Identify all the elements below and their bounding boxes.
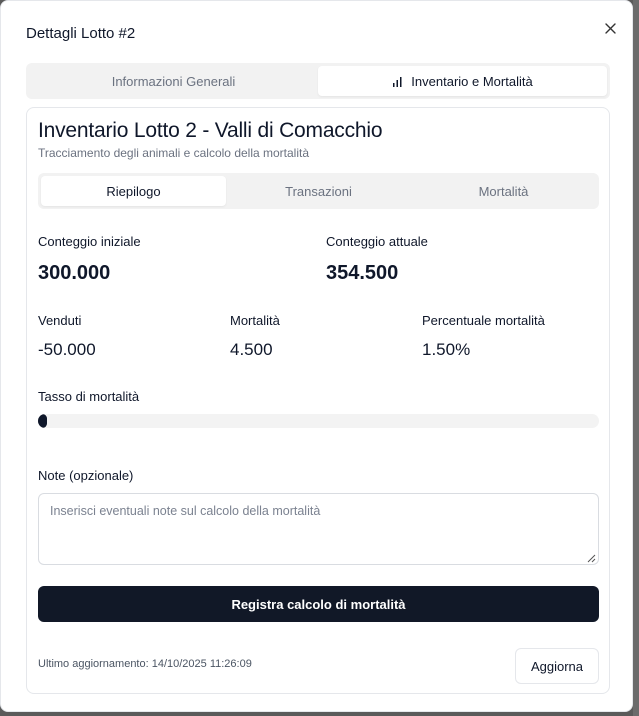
tab-summary[interactable]: Riepilogo: [41, 176, 226, 206]
last-update-text: Ultimo aggiornamento: 14/10/2025 11:26:0…: [38, 658, 252, 670]
sold-value: -50.000: [38, 340, 96, 359]
tab-label: Informazioni Generali: [111, 73, 236, 89]
close-button[interactable]: [599, 17, 621, 39]
close-icon: [604, 22, 616, 34]
refresh-button[interactable]: Aggiorna: [515, 648, 599, 684]
mortality-rate-bar: [38, 414, 599, 428]
register-mortality-button[interactable]: Registra calcolo di mortalità: [38, 586, 599, 622]
card-subtitle: Tracciamento degli animali e calcolo del…: [38, 146, 310, 160]
sub-tabs: Riepilogo Transazioni Mortalità: [38, 173, 599, 209]
card-title: Inventario Lotto 2 - Valli di Comacchio: [38, 119, 383, 142]
resize-grip-icon[interactable]: [587, 554, 596, 563]
backdrop: [633, 0, 639, 716]
initial-count-label: Conteggio iniziale: [38, 234, 141, 249]
sold-label: Venduti: [38, 313, 82, 328]
lot-details-dialog: Dettagli Lotto #2 Informazioni Generali …: [0, 0, 633, 712]
bar-chart-icon: [393, 76, 402, 87]
mortality-label: Mortalità: [230, 313, 280, 328]
tab-general-info[interactable]: Informazioni Generali: [29, 66, 318, 96]
tab-inventory-mortality[interactable]: Inventario e Mortalità: [318, 66, 607, 96]
mortality-rate-label: Tasso di mortalità: [38, 389, 140, 404]
initial-count-value: 300.000: [38, 262, 111, 284]
tab-mortality[interactable]: Mortalità: [411, 176, 596, 206]
mortality-percent-label: Percentuale mortalità: [422, 313, 545, 328]
current-count-label: Conteggio attuale: [326, 234, 428, 249]
inventory-card: Inventario Lotto 2 - Valli di Comacchio …: [26, 107, 610, 694]
tab-label: Inventario e Mortalità: [411, 73, 533, 89]
main-tabs: Informazioni Generali Inventario e Morta…: [26, 63, 610, 99]
tab-transactions[interactable]: Transazioni: [226, 176, 411, 206]
current-count-value: 354.500: [326, 262, 399, 284]
mortality-percent-value: 1.50%: [422, 340, 471, 359]
mortality-rate-fill: [38, 414, 47, 428]
notes-label: Note (opzionale): [38, 468, 134, 483]
dialog-title: Dettagli Lotto #2: [26, 25, 136, 42]
mortality-value: 4.500: [230, 340, 273, 359]
notes-textarea[interactable]: [38, 493, 599, 565]
